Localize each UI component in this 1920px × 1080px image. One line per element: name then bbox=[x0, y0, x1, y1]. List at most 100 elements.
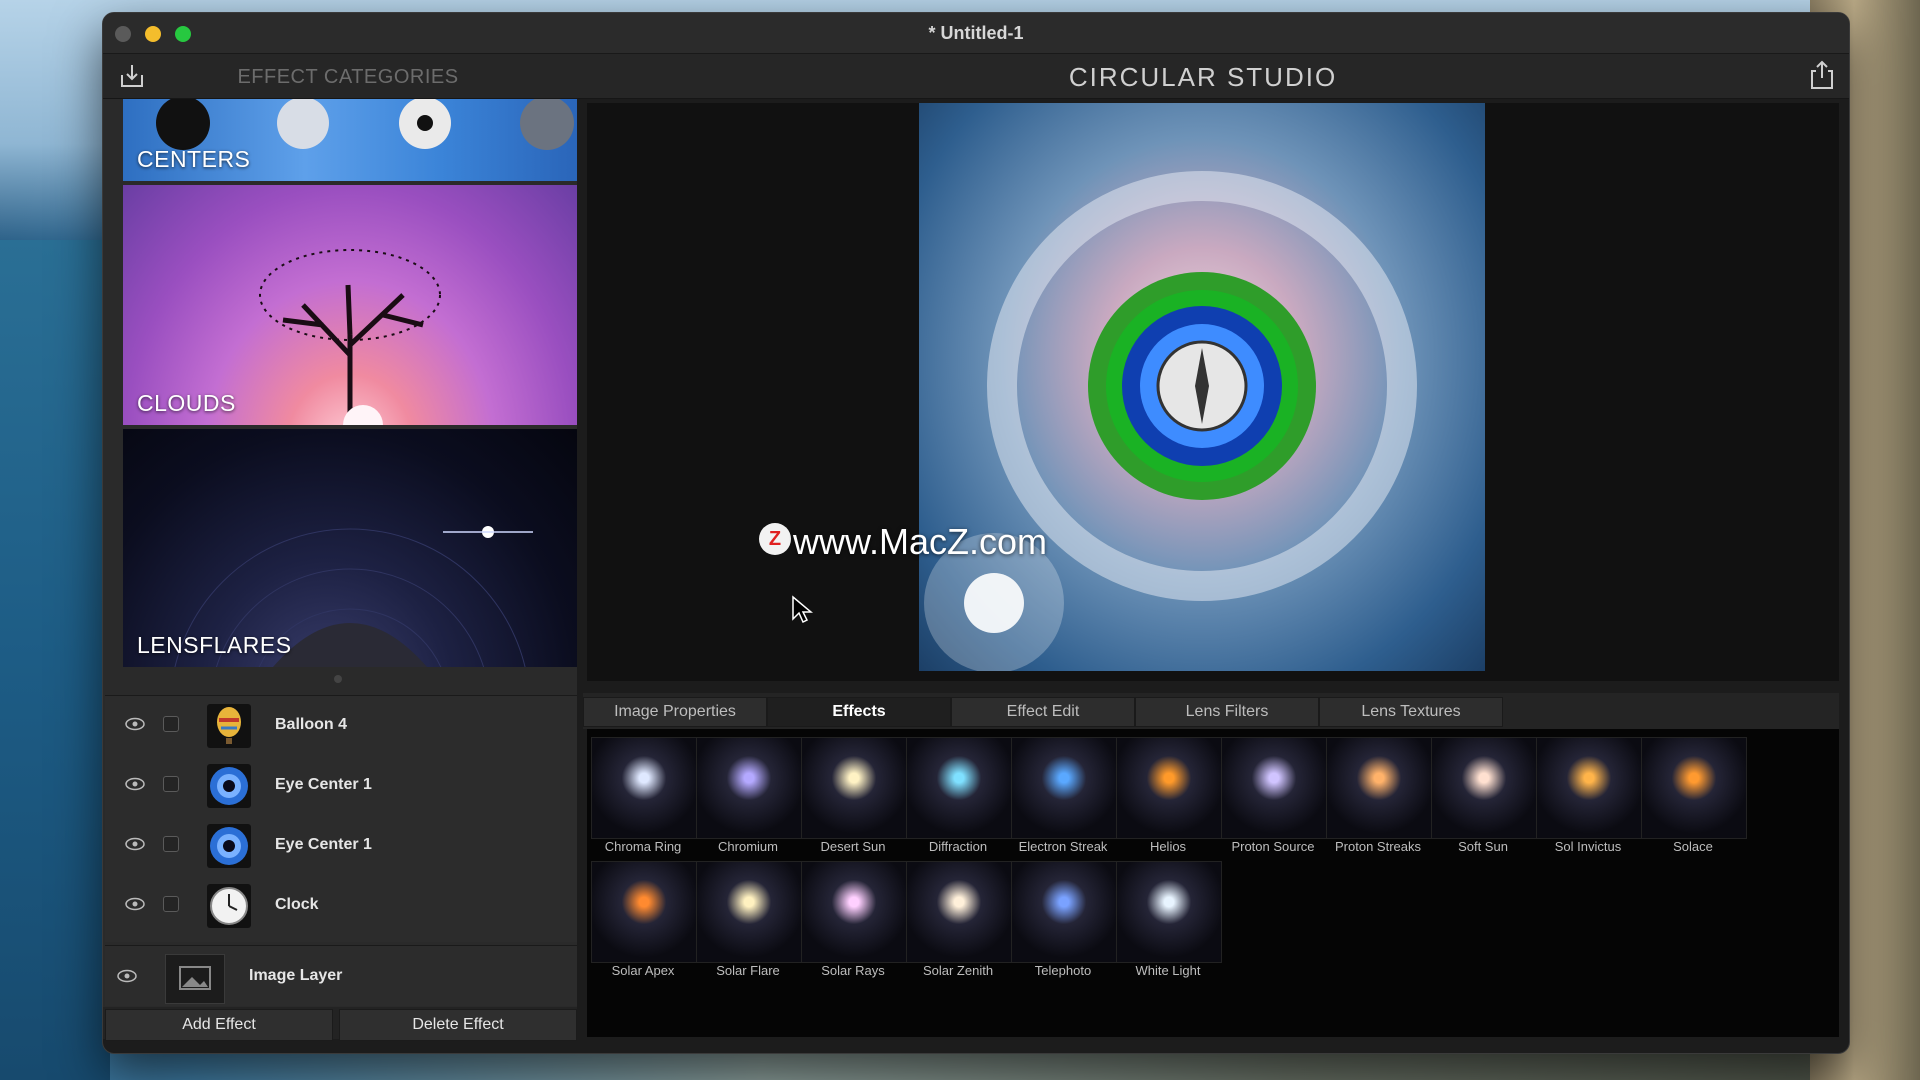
tab-image-properties[interactable]: Image Properties bbox=[583, 697, 767, 727]
image-layer-row[interactable]: Image Layer bbox=[105, 945, 577, 1006]
left-panel: CENTERS CLOUDS LENSFLARES Balloon 4 Eye … bbox=[103, 99, 577, 1041]
effect-label: White Light bbox=[1135, 963, 1201, 978]
effect-thumbnail[interactable]: Diffraction bbox=[906, 737, 1012, 857]
effect-thumbnail[interactable]: Solar Zenith bbox=[906, 861, 1012, 981]
layer-row[interactable]: Eye Center 1 bbox=[105, 816, 577, 876]
effect-preview-image bbox=[1116, 737, 1222, 839]
clouds-thumbnail bbox=[259, 249, 441, 425]
share-icon[interactable] bbox=[1809, 60, 1835, 90]
import-icon[interactable] bbox=[119, 63, 145, 89]
effect-preview-image bbox=[696, 861, 802, 963]
effect-thumbnail[interactable]: Sol Invictus bbox=[1536, 737, 1642, 857]
category-label: LENSFLARES bbox=[137, 632, 292, 658]
effect-button-bar: Add Effect Delete Effect bbox=[103, 1007, 577, 1041]
preview-canvas[interactable] bbox=[587, 103, 1839, 681]
effect-preview-image bbox=[696, 737, 802, 839]
title-bar: * Untitled-1 bbox=[103, 13, 1849, 54]
effect-preview-image bbox=[906, 737, 1012, 839]
eye-icon[interactable] bbox=[125, 717, 145, 731]
effect-label: Electron Streak bbox=[1018, 839, 1108, 854]
effect-thumbnail[interactable]: Electron Streak bbox=[1011, 737, 1117, 857]
tab-effects[interactable]: Effects bbox=[767, 697, 951, 727]
category-label: CLOUDS bbox=[137, 390, 236, 416]
effect-preview-image bbox=[591, 861, 697, 963]
effect-thumbnail[interactable]: Solace bbox=[1641, 737, 1747, 857]
effect-category-list[interactable]: CENTERS CLOUDS LENSFLARES bbox=[123, 99, 577, 669]
effect-thumbnail[interactable]: Chroma Ring bbox=[591, 737, 697, 857]
image-icon bbox=[165, 954, 225, 1004]
layer-row[interactable]: Eye Center 1 bbox=[105, 756, 577, 816]
effect-label: Solar Flare bbox=[716, 963, 780, 978]
eye-icon[interactable] bbox=[125, 837, 145, 851]
effect-label: Chroma Ring bbox=[604, 839, 682, 854]
watermark-logo: Z bbox=[759, 523, 791, 555]
layer-checkbox[interactable] bbox=[163, 776, 179, 792]
effect-preview-image bbox=[1431, 737, 1537, 839]
effect-preview-image bbox=[906, 861, 1012, 963]
layer-name: Balloon 4 bbox=[275, 716, 348, 733]
layer-row[interactable]: Clock bbox=[105, 876, 577, 936]
effect-preview-image bbox=[1221, 737, 1327, 839]
mouse-cursor-icon bbox=[792, 595, 813, 624]
image-layer-name: Image Layer bbox=[249, 967, 343, 984]
eye-icon[interactable] bbox=[117, 969, 137, 983]
effect-thumbnail[interactable]: Desert Sun bbox=[801, 737, 907, 857]
tab-lens-filters[interactable]: Lens Filters bbox=[1135, 697, 1319, 727]
layer-checkbox[interactable] bbox=[163, 836, 179, 852]
tab-lens-textures[interactable]: Lens Textures bbox=[1319, 697, 1503, 727]
tab-effect-edit[interactable]: Effect Edit bbox=[951, 697, 1135, 727]
effect-thumbnail[interactable]: Proton Source bbox=[1221, 737, 1327, 857]
effect-categories-title: EFFECT CATEGORIES bbox=[237, 66, 459, 88]
effect-label: Solar Rays bbox=[821, 963, 885, 978]
effect-label: Chromium bbox=[718, 839, 778, 854]
category-card-lensflares[interactable]: LENSFLARES bbox=[123, 429, 577, 667]
effect-thumbnail[interactable]: Helios bbox=[1116, 737, 1222, 857]
effect-label: Telephoto bbox=[1034, 963, 1092, 978]
effect-preview-image bbox=[1116, 861, 1222, 963]
layer-checkbox[interactable] bbox=[163, 896, 179, 912]
desktop-background-sea bbox=[0, 240, 110, 1080]
effect-preview-image bbox=[1011, 861, 1117, 963]
effect-thumbnail[interactable]: Soft Sun bbox=[1431, 737, 1537, 857]
effect-thumbnail[interactable]: Solar Apex bbox=[591, 861, 697, 981]
eye-icon[interactable] bbox=[125, 777, 145, 791]
effect-thumbnail[interactable]: Solar Flare bbox=[696, 861, 802, 981]
layer-name: Eye Center 1 bbox=[275, 836, 372, 853]
delete-effect-button[interactable]: Delete Effect bbox=[339, 1009, 577, 1041]
scroll-handle[interactable] bbox=[334, 675, 342, 683]
balloon-icon bbox=[207, 704, 251, 748]
category-label: CENTERS bbox=[137, 146, 251, 172]
effect-thumbnail[interactable]: Telephoto bbox=[1011, 861, 1117, 981]
effect-thumbnail[interactable]: Solar Rays bbox=[801, 861, 907, 981]
effect-label: Diffraction bbox=[928, 839, 988, 854]
effect-preview-image bbox=[1326, 737, 1432, 839]
effect-label: Proton Source bbox=[1231, 839, 1315, 854]
effect-thumbnail[interactable]: Proton Streaks bbox=[1326, 737, 1432, 857]
layer-list: Balloon 4 Eye Center 1 Eye Center 1 Cloc… bbox=[105, 695, 577, 942]
eye-icon[interactable] bbox=[125, 897, 145, 911]
effect-label: Desert Sun bbox=[820, 839, 886, 854]
effect-thumbnail[interactable]: Chromium bbox=[696, 737, 802, 857]
eye-center-icon bbox=[207, 824, 251, 868]
effect-label: Helios bbox=[1149, 839, 1187, 854]
layer-checkbox[interactable] bbox=[163, 716, 179, 732]
layer-name: Eye Center 1 bbox=[275, 776, 372, 793]
effect-label: Soft Sun bbox=[1458, 839, 1508, 854]
add-effect-button[interactable]: Add Effect bbox=[105, 1009, 333, 1041]
layer-row[interactable]: Balloon 4 bbox=[105, 696, 577, 756]
preview-image bbox=[919, 103, 1485, 671]
eye-center-icon bbox=[207, 764, 251, 808]
category-card-centers[interactable]: CENTERS bbox=[123, 99, 577, 181]
effect-label: Proton Streaks bbox=[1335, 839, 1421, 854]
watermark-text: www.MacZ.com bbox=[793, 521, 1048, 562]
effect-preview-image bbox=[1536, 737, 1642, 839]
effect-thumbnail[interactable]: White Light bbox=[1116, 861, 1222, 981]
app-window: * Untitled-1 EFFECT CATEGORIES CIRCULAR … bbox=[102, 12, 1850, 1054]
app-title: CIRCULAR STUDIO bbox=[1068, 62, 1338, 92]
effect-preview-image bbox=[801, 861, 907, 963]
effect-preview-image bbox=[591, 737, 697, 839]
category-card-clouds[interactable]: CLOUDS bbox=[123, 185, 577, 425]
effect-preview-image bbox=[1011, 737, 1117, 839]
effect-label: Solar Apex bbox=[611, 963, 675, 978]
layer-name: Clock bbox=[275, 896, 319, 913]
